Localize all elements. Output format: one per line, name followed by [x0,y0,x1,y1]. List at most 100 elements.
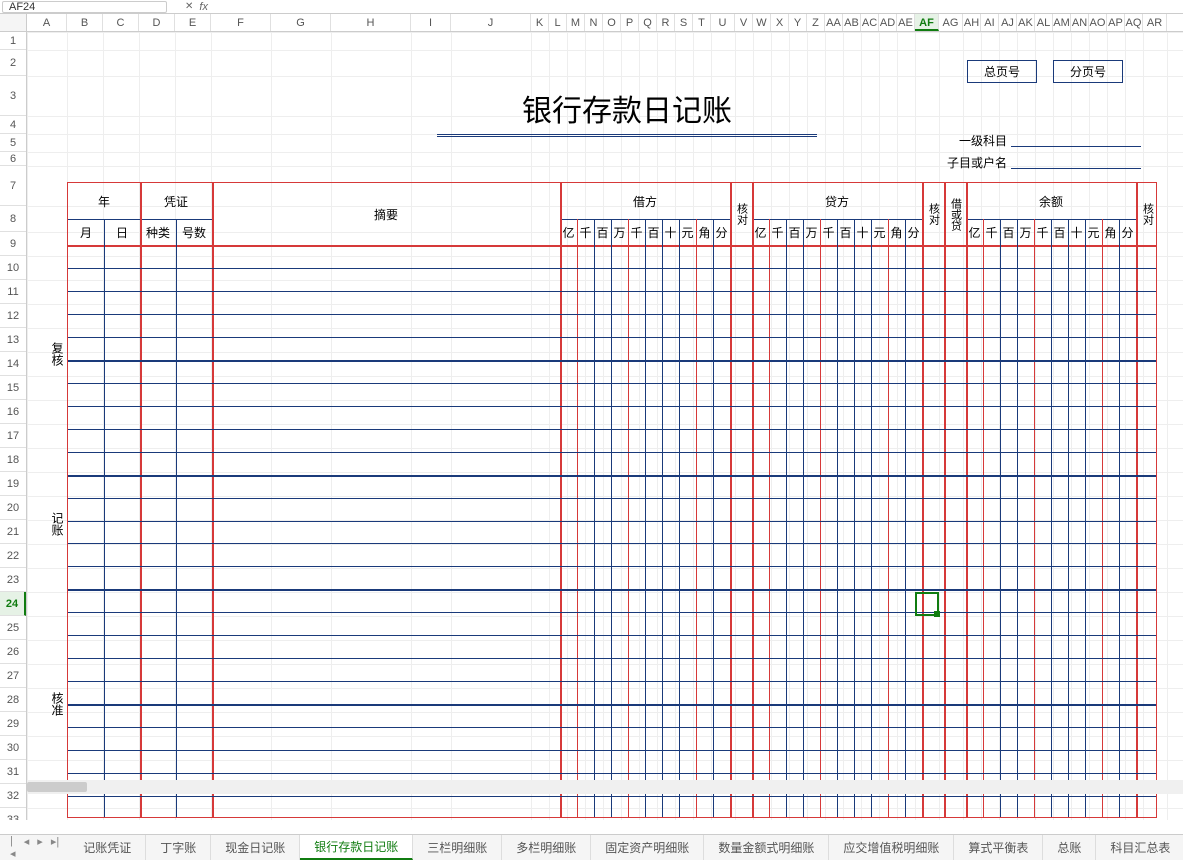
row-header-32[interactable]: 32 [0,784,26,808]
col-header-I[interactable]: I [411,14,451,31]
col-header-D[interactable]: D [139,14,175,31]
col-header-Z[interactable]: Z [807,14,825,31]
col-header-Y[interactable]: Y [789,14,807,31]
row-header-28[interactable]: 28 [0,688,26,712]
name-box[interactable]: AF24 [2,1,167,13]
row-header-2[interactable]: 2 [0,50,26,76]
col-header-AB[interactable]: AB [843,14,861,31]
row-header-24[interactable]: 24 [0,592,26,616]
row-header-16[interactable]: 16 [0,400,26,424]
col-header-AG[interactable]: AG [939,14,963,31]
row-header-5[interactable]: 5 [0,134,26,152]
row-header-9[interactable]: 9 [0,232,26,256]
col-header-Q[interactable]: Q [639,14,657,31]
row-header-23[interactable]: 23 [0,568,26,592]
col-header-M[interactable]: M [567,14,585,31]
tab-prev-icon[interactable]: ◂ [22,835,32,860]
sheet-tab-1[interactable]: 丁字账 [146,835,211,860]
col-header-AP[interactable]: AP [1107,14,1125,31]
col-header-J[interactable]: J [451,14,531,31]
col-header-R[interactable]: R [657,14,675,31]
sheet-tab-4[interactable]: 三栏明细账 [413,835,502,860]
fx-icon[interactable]: fx [199,1,208,13]
row-header-17[interactable]: 17 [0,424,26,448]
col-header-AC[interactable]: AC [861,14,879,31]
tab-last-icon[interactable]: ▸| [49,835,61,860]
row-header-25[interactable]: 25 [0,616,26,640]
col-header-AO[interactable]: AO [1089,14,1107,31]
tab-first-icon[interactable]: |◂ [8,835,18,860]
row-header-7[interactable]: 7 [0,166,26,206]
row-header-22[interactable]: 22 [0,544,26,568]
row-header-31[interactable]: 31 [0,760,26,784]
row-header-6[interactable]: 6 [0,152,26,166]
col-header-U[interactable]: U [711,14,735,31]
row-header-33[interactable]: 33 [0,808,26,820]
col-header-AA[interactable]: AA [825,14,843,31]
col-header-T[interactable]: T [693,14,711,31]
col-header-AF[interactable]: AF [915,14,939,31]
row-header-21[interactable]: 21 [0,520,26,544]
col-header-AL[interactable]: AL [1035,14,1053,31]
select-all-corner[interactable] [0,14,27,31]
sheet-tab-3[interactable]: 银行存款日记账 [300,835,413,860]
row-header-15[interactable]: 15 [0,376,26,400]
col-header-O[interactable]: O [603,14,621,31]
row-header-27[interactable]: 27 [0,664,26,688]
col-header-AM[interactable]: AM [1053,14,1071,31]
sheet-tab-0[interactable]: 记账凭证 [69,835,146,860]
col-header-P[interactable]: P [621,14,639,31]
col-header-G[interactable]: G [271,14,331,31]
row-header-11[interactable]: 11 [0,280,26,304]
sheet-tab-7[interactable]: 数量金额式明细账 [704,835,829,860]
col-header-AN[interactable]: AN [1071,14,1089,31]
col-header-K[interactable]: K [531,14,549,31]
row-header-20[interactable]: 20 [0,496,26,520]
col-header-E[interactable]: E [175,14,211,31]
col-header-F[interactable]: F [211,14,271,31]
col-header-AE[interactable]: AE [897,14,915,31]
col-header-X[interactable]: X [771,14,789,31]
col-header-V[interactable]: V [735,14,753,31]
row-header-13[interactable]: 13 [0,328,26,352]
col-header-AI[interactable]: AI [981,14,999,31]
tab-next-icon[interactable]: ▸ [35,835,45,860]
col-header-AD[interactable]: AD [879,14,897,31]
row-header-1[interactable]: 1 [0,32,26,50]
sheet-tab-11[interactable]: 科目汇总表 [1096,835,1183,860]
row-header-26[interactable]: 26 [0,640,26,664]
sheet-tab-6[interactable]: 固定资产明细账 [591,835,704,860]
row-header-8[interactable]: 8 [0,206,26,232]
col-header-N[interactable]: N [585,14,603,31]
row-header-3[interactable]: 3 [0,76,26,116]
sheet-tab-10[interactable]: 总账 [1043,835,1096,860]
col-header-AH[interactable]: AH [963,14,981,31]
row-header-29[interactable]: 29 [0,712,26,736]
col-header-B[interactable]: B [67,14,103,31]
row-header-12[interactable]: 12 [0,304,26,328]
row-header-18[interactable]: 18 [0,448,26,472]
row-header-14[interactable]: 14 [0,352,26,376]
sheet-tab-5[interactable]: 多栏明细账 [502,835,591,860]
row-header-4[interactable]: 4 [0,116,26,134]
col-header-W[interactable]: W [753,14,771,31]
scrollbar-thumb[interactable] [27,782,87,792]
cancel-icon[interactable]: ✕ [185,1,193,12]
sheet-tab-8[interactable]: 应交增值税明细账 [829,835,954,860]
col-header-L[interactable]: L [549,14,567,31]
row-header-19[interactable]: 19 [0,472,26,496]
sheet-tab-2[interactable]: 现金日记账 [211,835,300,860]
row-header-30[interactable]: 30 [0,736,26,760]
col-header-AJ[interactable]: AJ [999,14,1017,31]
col-header-A[interactable]: A [27,14,67,31]
col-header-AR[interactable]: AR [1143,14,1167,31]
col-header-AQ[interactable]: AQ [1125,14,1143,31]
fill-handle[interactable] [934,611,940,617]
col-header-C[interactable]: C [103,14,139,31]
row-header-10[interactable]: 10 [0,256,26,280]
col-header-H[interactable]: H [331,14,411,31]
col-header-AK[interactable]: AK [1017,14,1035,31]
col-header-S[interactable]: S [675,14,693,31]
sheet-tab-9[interactable]: 算式平衡表 [954,835,1043,860]
horizontal-scrollbar[interactable] [27,780,1183,794]
